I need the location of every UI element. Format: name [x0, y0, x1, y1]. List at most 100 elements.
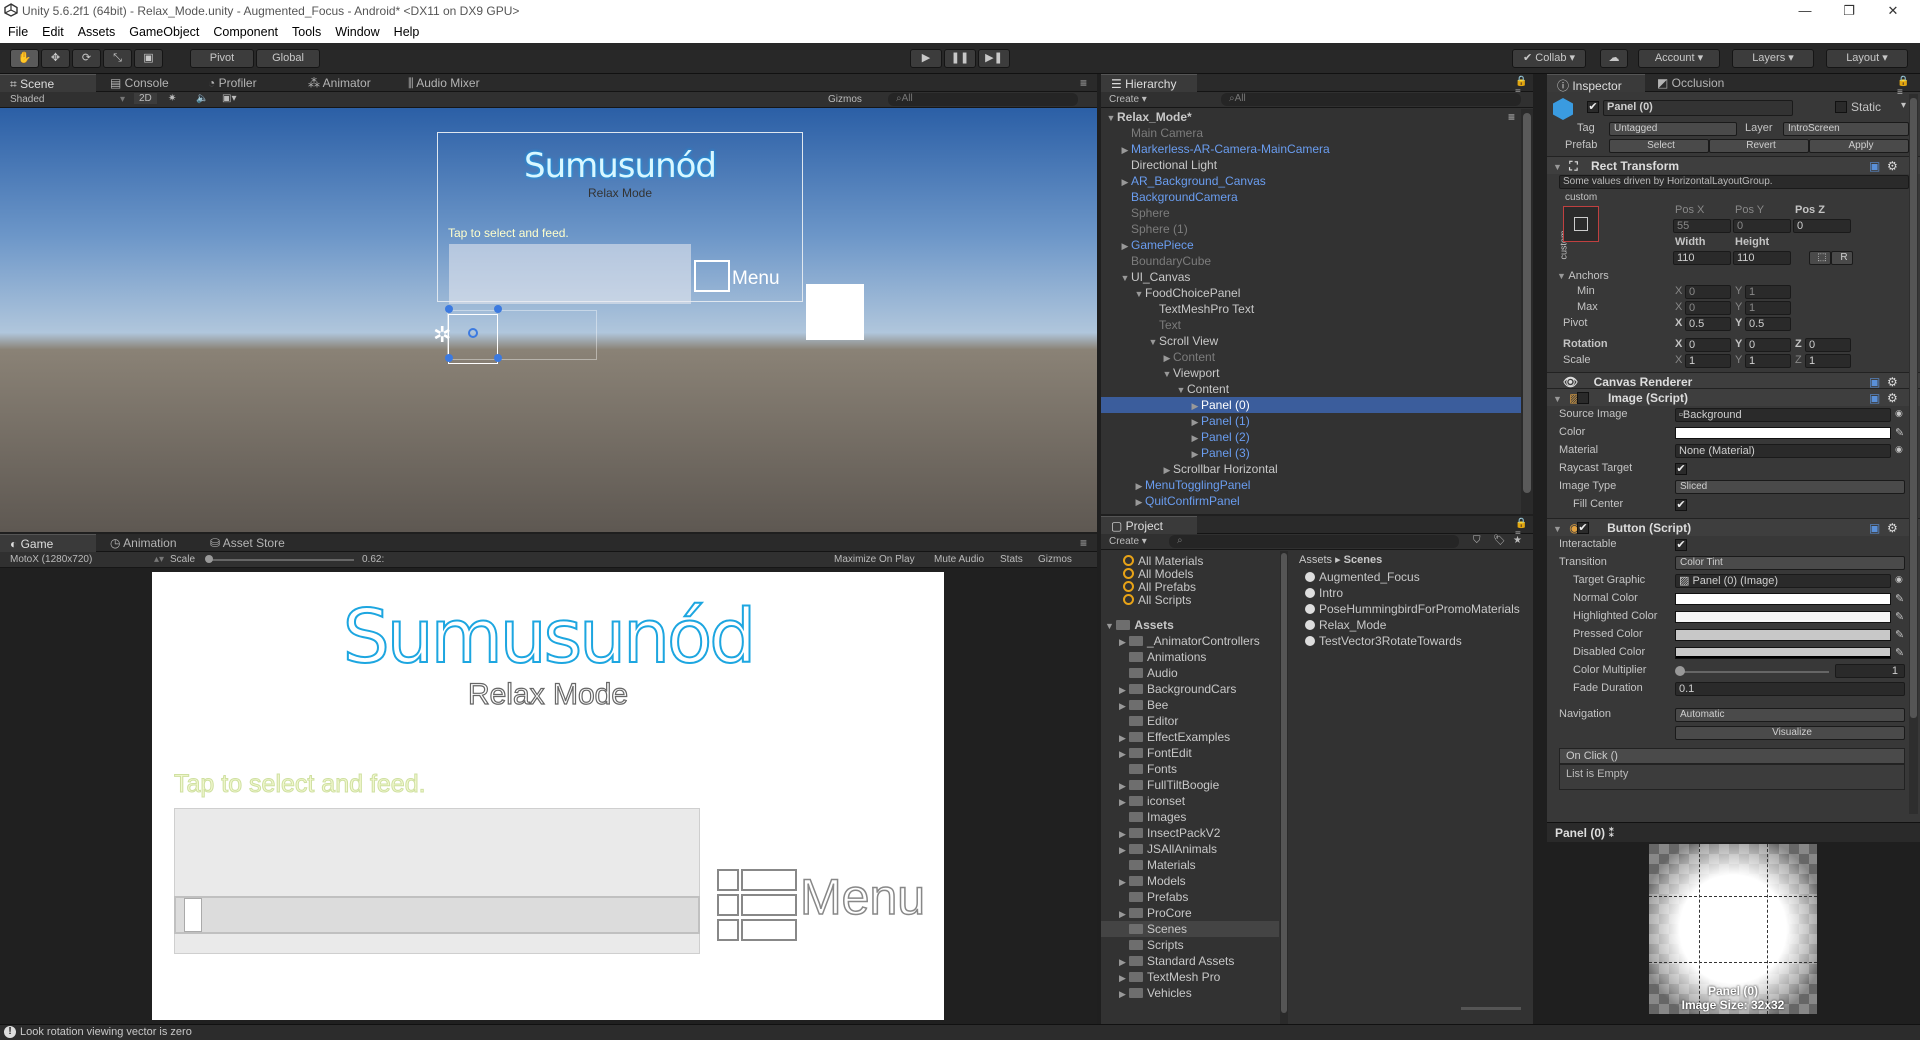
height-field[interactable]: 110: [1733, 251, 1791, 265]
anchor-flower-icon[interactable]: ✲: [433, 322, 451, 348]
collapsed-arrow-icon[interactable]: ▶: [1119, 746, 1129, 762]
scale-z-field[interactable]: 1: [1805, 354, 1851, 368]
project-folder-item[interactable]: ▶ FontEdit: [1101, 745, 1279, 761]
2d-toggle[interactable]: 2D: [134, 93, 157, 104]
anchor-min-x-field[interactable]: 0: [1685, 285, 1731, 299]
collapsed-arrow-icon[interactable]: ▶: [1119, 954, 1129, 970]
collab-dropdown[interactable]: ✔ Collab ▾: [1512, 49, 1586, 68]
static-dropdown-arrow-icon[interactable]: ▾: [1901, 100, 1906, 111]
icon-size-slider[interactable]: [1461, 1007, 1521, 1010]
scene-panel-menu-icon[interactable]: ≡: [1070, 74, 1095, 92]
gizmos-dropdown[interactable]: Gizmos: [828, 94, 862, 105]
project-folder-item[interactable]: ▶ _AnimatorControllers: [1101, 633, 1279, 649]
posy-field[interactable]: 0: [1733, 219, 1791, 233]
favorite-item[interactable]: All Scripts: [1123, 592, 1191, 608]
selected-panel-outline[interactable]: [448, 314, 498, 364]
rect-transform-settings-icon[interactable]: ⚙: [1887, 157, 1898, 175]
scene-file-item[interactable]: Intro: [1305, 585, 1343, 601]
image-help-icon[interactable]: ▣: [1869, 389, 1880, 407]
hierarchy-item[interactable]: ▼ Content: [1101, 381, 1521, 397]
rotation-z-field[interactable]: 0: [1805, 338, 1851, 352]
button-settings-icon[interactable]: ⚙: [1887, 519, 1898, 537]
display-resolution-dropdown[interactable]: MotoX (1280x720): [10, 554, 92, 565]
collapsed-arrow-icon[interactable]: ▶: [1189, 414, 1201, 430]
inspector-scrollbar[interactable]: [1909, 94, 1918, 814]
button-help-icon[interactable]: ▣: [1869, 519, 1880, 537]
project-folder-item[interactable]: Scenes: [1101, 921, 1279, 937]
prefab-revert-button[interactable]: Revert: [1709, 139, 1809, 153]
shading-mode-dropdown[interactable]: Shaded: [10, 94, 44, 105]
color-multiplier-knob[interactable]: [1675, 666, 1685, 676]
collapsed-arrow-icon[interactable]: ▶: [1119, 238, 1131, 254]
game-menu-text[interactable]: Menu: [799, 868, 926, 926]
game-menu-icon[interactable]: [716, 868, 798, 942]
navigation-dropdown[interactable]: Automatic: [1675, 708, 1905, 722]
inspector-lock-icon[interactable]: 🔒≡: [1887, 74, 1920, 98]
scale-tool-button[interactable]: ⤡: [103, 49, 132, 68]
transition-dropdown[interactable]: Color Tint: [1675, 556, 1905, 570]
menu-edit[interactable]: Edit: [34, 22, 70, 39]
hierarchy-item[interactable]: Sphere (1): [1101, 221, 1521, 237]
hierarchy-item[interactable]: ▶ Panel (2): [1101, 429, 1521, 445]
project-folder-item[interactable]: Scripts: [1101, 937, 1279, 953]
image-script-header[interactable]: ▼ ▨ Image (Script) ▣ ⚙: [1547, 388, 1920, 406]
project-folder-item[interactable]: Prefabs: [1101, 889, 1279, 905]
game-scrollbar-handle[interactable]: [184, 898, 202, 932]
stats-toggle[interactable]: Stats: [1000, 554, 1023, 565]
tab-hierarchy[interactable]: ☰ Hierarchy: [1101, 74, 1197, 92]
game-panel-menu-icon[interactable]: ≡: [1070, 534, 1095, 552]
material-field[interactable]: None (Material): [1675, 444, 1891, 458]
hierarchy-create-dropdown[interactable]: Create ▾: [1109, 94, 1147, 105]
anchor-presets-button[interactable]: [1563, 206, 1599, 242]
collapsed-arrow-icon[interactable]: ▶: [1119, 698, 1129, 714]
rect-handle-br[interactable]: [494, 354, 502, 362]
color-multiplier-slider[interactable]: [1679, 671, 1829, 673]
project-folder-item[interactable]: Audio: [1101, 665, 1279, 681]
material-picker-icon[interactable]: ◉: [1895, 444, 1903, 455]
collapsed-arrow-icon[interactable]: ▶: [1161, 462, 1173, 478]
color-swatch[interactable]: [1675, 427, 1891, 439]
pressed-color-eyedropper-icon[interactable]: ✎: [1895, 628, 1904, 641]
anchor-max-y-field[interactable]: 1: [1745, 301, 1791, 315]
audio-toggle-icon[interactable]: 🔈: [196, 93, 208, 104]
favorite-star-icon[interactable]: ★: [1513, 535, 1522, 546]
scale-x-field[interactable]: 1: [1685, 354, 1731, 368]
scale-slider[interactable]: [206, 559, 354, 561]
highlighted-color-swatch[interactable]: [1675, 611, 1891, 623]
project-folder-item[interactable]: ▶ Models: [1101, 873, 1279, 889]
disabled-color-swatch[interactable]: [1675, 647, 1891, 659]
active-checkbox[interactable]: ✔: [1587, 101, 1599, 113]
button-enabled-checkbox[interactable]: ✔: [1577, 522, 1589, 534]
hierarchy-item[interactable]: ▶ QuitConfirmPanel: [1101, 493, 1521, 509]
tab-audio-mixer[interactable]: ⫼ Audio Mixer: [398, 74, 488, 92]
tab-animation[interactable]: ◷ Animation: [100, 534, 185, 552]
project-tree-scrollbar-thumb[interactable]: [1281, 553, 1287, 1013]
game-gizmos-dropdown[interactable]: Gizmos: [1038, 554, 1072, 565]
collapsed-arrow-icon[interactable]: ▶: [1119, 826, 1129, 842]
visualize-button[interactable]: Visualize: [1675, 726, 1905, 740]
pause-button[interactable]: ❚❚: [944, 49, 976, 68]
menu-component[interactable]: Component: [205, 22, 284, 39]
status-bar[interactable]: ! Look rotation viewing vector is zero: [0, 1024, 1920, 1040]
tab-asset-store[interactable]: ⛁ Asset Store: [200, 534, 293, 552]
project-search-input[interactable]: ⌕: [1169, 535, 1459, 548]
image-settings-icon[interactable]: ⚙: [1887, 389, 1898, 407]
collapsed-arrow-icon[interactable]: ▶: [1189, 398, 1201, 414]
scene-file-item[interactable]: Augmented_Focus: [1305, 569, 1420, 585]
menu-assets[interactable]: Assets: [70, 22, 122, 39]
expanded-arrow-icon[interactable]: ▼: [1175, 382, 1187, 398]
scale-y-field[interactable]: 1: [1745, 354, 1791, 368]
blueprint-mode-button[interactable]: ⬚: [1809, 251, 1831, 265]
tab-project[interactable]: ▢ Project: [1101, 516, 1197, 534]
project-folder-item[interactable]: ▶ Standard Assets: [1101, 953, 1279, 969]
effects-toggle-icon[interactable]: ▣▾: [222, 93, 236, 104]
source-image-field[interactable]: ▫Background: [1675, 408, 1891, 422]
inspector-scrollbar-thumb[interactable]: [1910, 98, 1917, 718]
project-lock-icon[interactable]: 🔒≡: [1505, 516, 1535, 540]
menu-gameobject[interactable]: GameObject: [121, 22, 205, 39]
expanded-arrow-icon[interactable]: ▼: [1147, 334, 1159, 350]
collapsed-arrow-icon[interactable]: ▶: [1161, 350, 1173, 366]
hierarchy-item[interactable]: ▶ Panel (3): [1101, 445, 1521, 461]
scene-viewport[interactable]: Sumusunód Relax Mode Tap to select and f…: [0, 108, 1097, 532]
tab-console[interactable]: ▤ Console: [100, 74, 177, 92]
